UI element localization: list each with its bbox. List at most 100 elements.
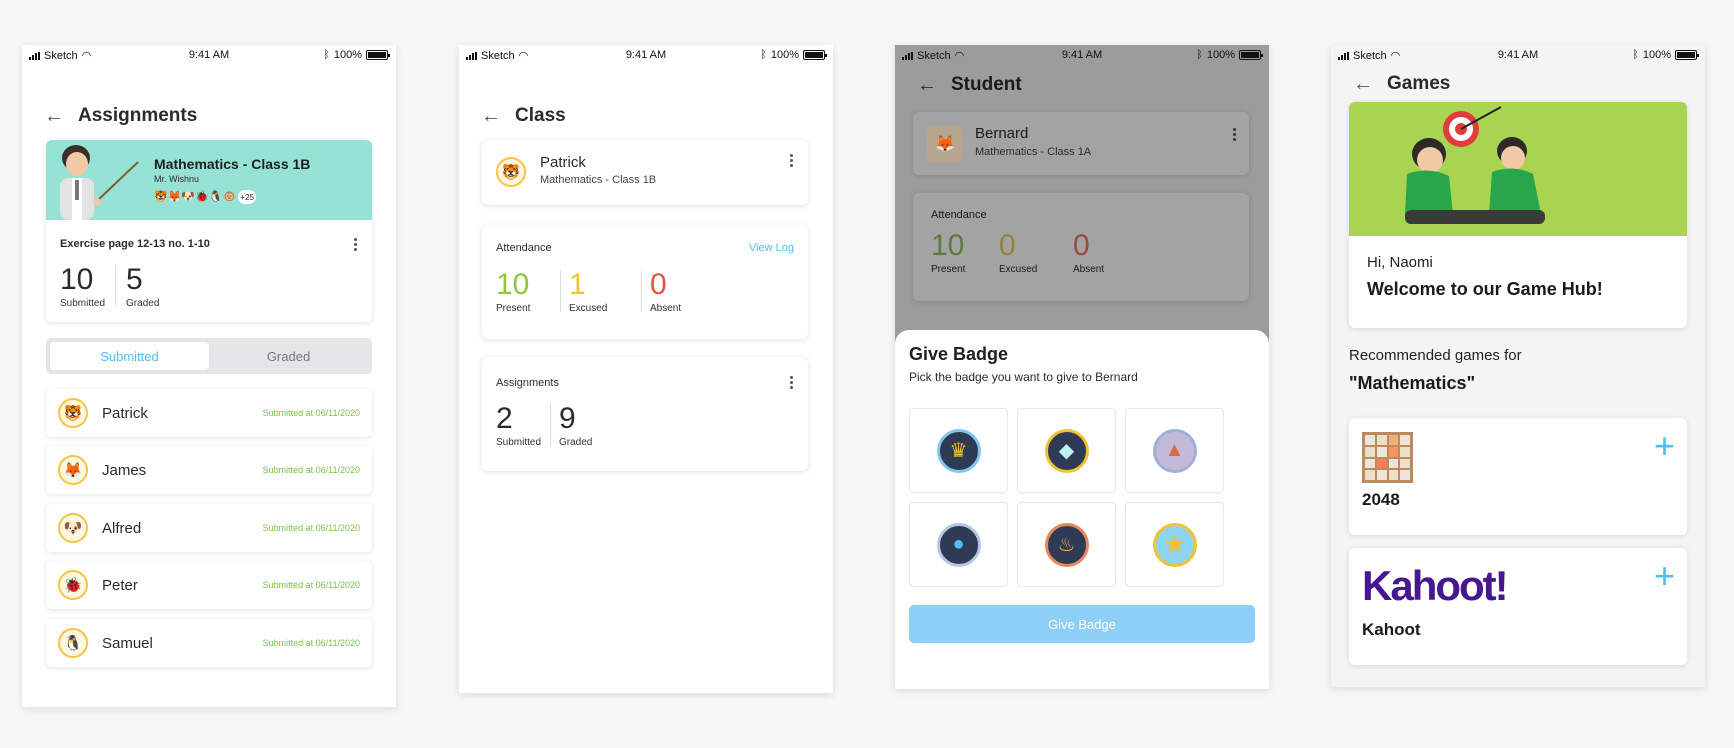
absent-count: 0 [650,268,667,301]
battery-icon [1675,50,1699,60]
status-bar: Sketch ◠ 9:41 AM ᛒ 100% [895,45,1269,65]
fire-badge-icon: ♨ [1044,522,1089,567]
battery-percent: 100% [333,49,362,61]
assignments-label: Assignments [496,377,559,389]
battery-percent: 100% [1206,49,1235,61]
present-label: Present [496,303,531,314]
game-title: Kahoot [1362,620,1421,639]
badge-option[interactable]: ♛ [909,408,1008,493]
more-options-icon[interactable] [1233,128,1237,143]
fox-badge-icon: ▲ [1152,428,1197,473]
tab-submitted[interactable]: Submitted [50,342,209,370]
more-options-icon[interactable] [790,154,794,169]
student-class: Mathematics - Class 1B [540,174,657,186]
student-name: Alfred [102,519,142,537]
class-title: Mathematics - Class 1B [154,156,311,172]
attendance-label: Attendance [496,242,552,254]
more-options-icon[interactable] [790,376,794,391]
back-arrow-icon[interactable]: ← [1353,74,1373,94]
student-name: Peter [102,576,138,594]
battery-percent: 100% [770,49,799,61]
graded-count: 5 [126,263,143,296]
student-name: Patrick [540,154,586,171]
view-log-link[interactable]: View Log [749,242,794,254]
divider [560,270,561,312]
ladybug-icon: 🐞 [195,191,209,203]
badge-option[interactable]: ● [909,502,1008,587]
avatar: 🐯 [496,157,526,187]
welcome-message: Welcome to our Game Hub! [1367,279,1603,299]
avatar: 🐧 [58,628,88,658]
page-title: Class [515,105,566,126]
back-arrow-icon[interactable]: ← [917,75,937,95]
back-arrow-icon[interactable]: ← [481,106,501,126]
add-game-icon[interactable]: + [1654,428,1675,464]
student-screen: Sketch ◠ 9:41 AM ᛒ 100% ← Student 🦊 Bernar… [895,45,1269,689]
back-arrow-icon[interactable]: ← [44,106,64,126]
sheet-title: Give Badge [909,344,1009,364]
game-hub-banner [1349,102,1687,236]
battery-icon [366,50,390,60]
list-item[interactable]: 🐧 Samuel Submitted at 06/11/2020 [46,619,372,667]
list-item[interactable]: 🐯 Patrick Submitted at 06/11/2020 [46,389,372,437]
2048-icon [1362,432,1413,483]
student-avatars: 🐯 🦊 🐶 🐞 🐧 🐵 +25 [154,190,257,204]
bomb-badge-icon: ● [936,522,981,567]
attendance-stats: 10 Present 0 Excused 0 Absent [931,229,1104,276]
badge-option[interactable]: ◆ [1017,408,1116,493]
avatar: 🦊 [58,455,88,485]
dog-icon: 🐶 [181,191,196,203]
game-title: 2048 [1362,490,1400,509]
student-card[interactable]: 🐯 Patrick Mathematics - Class 1B [482,140,808,205]
battery-icon [803,50,827,60]
attendance-label: Attendance [931,209,987,221]
give-badge-sheet: Give Badge Pick the badge you want to gi… [895,330,1269,689]
add-game-icon[interactable]: + [1654,558,1675,594]
student-name: Samuel [102,634,153,652]
attendance-card: Attendance 10 Present 0 Excused 0 Absent [913,193,1249,301]
divider [641,270,642,312]
graded-label: Graded [559,437,593,448]
attendance-stats: 10 Present 1 Excused 0 Absent [496,268,682,315]
graded-count: 9 [559,402,576,435]
crown-badge-icon: ♛ [936,428,981,473]
excused-count: 0 [999,229,1016,262]
list-item[interactable]: 🦊 James Submitted at 06/11/2020 [46,446,372,494]
status-bar: Sketch ◠ 9:41 AM ᛒ 100% [459,45,833,65]
excused-label: Excused [999,264,1038,275]
divider [550,404,551,446]
absent-label: Absent [650,303,682,314]
more-options-icon[interactable] [354,238,358,253]
badge-option[interactable]: ♨ [1017,502,1116,587]
give-badge-button[interactable]: Give Badge [909,605,1255,643]
game-card-2048[interactable]: 2048 + [1349,418,1687,535]
assignments-screen: Sketch ◠ 9:41 AM ᛒ 100% ← Assignments Math… [22,45,396,707]
graded-label: Graded [126,298,160,309]
submitted-count: 2 [496,402,513,435]
list-item[interactable]: 🐶 Alfred Submitted at 06/11/2020 [46,504,372,552]
tab-graded[interactable]: Graded [209,342,368,370]
battery-icon [1239,50,1263,60]
kids-gaming-illustration [1405,106,1545,224]
badge-option[interactable]: ★ [1125,502,1224,587]
welcome-card: Hi, Naomi Welcome to our Game Hub! [1349,102,1687,328]
assignment-stats: 2 Submitted 9 Graded [496,402,593,449]
submitted-label: Submitted [60,298,106,309]
status-bar: Sketch ◠ 9:41 AM ᛒ 100% [22,45,396,65]
fox-icon: 🦊 [167,191,182,203]
badge-option[interactable]: ▲ [1125,408,1224,493]
bluetooth-icon: ᛒ [1196,49,1203,61]
recommended-label: Recommended games for [1349,347,1522,364]
student-name: Bernard [975,125,1029,142]
submission-status: Submitted at 06/11/2020 [262,580,360,590]
game-card-kahoot[interactable]: Kahoot! Kahoot + [1349,548,1687,665]
exercise-title: Exercise page 12-13 no. 1-10 [60,238,210,250]
avatar: 🐯 [58,398,88,428]
assignment-card[interactable]: Mathematics - Class 1B Mr. Wishnu 🐯 🦊 🐶 🐞 🐧 🐵… [46,140,372,322]
tiger-icon: 🐯 [154,191,168,203]
list-item[interactable]: 🐞 Peter Submitted at 06/11/2020 [46,561,372,609]
avatar: 🐶 [58,513,88,543]
excused-count: 1 [569,268,586,301]
greeting: Hi, Naomi [1367,254,1433,271]
student-card[interactable]: 🦊 Bernard Mathematics - Class 1A [913,112,1249,175]
